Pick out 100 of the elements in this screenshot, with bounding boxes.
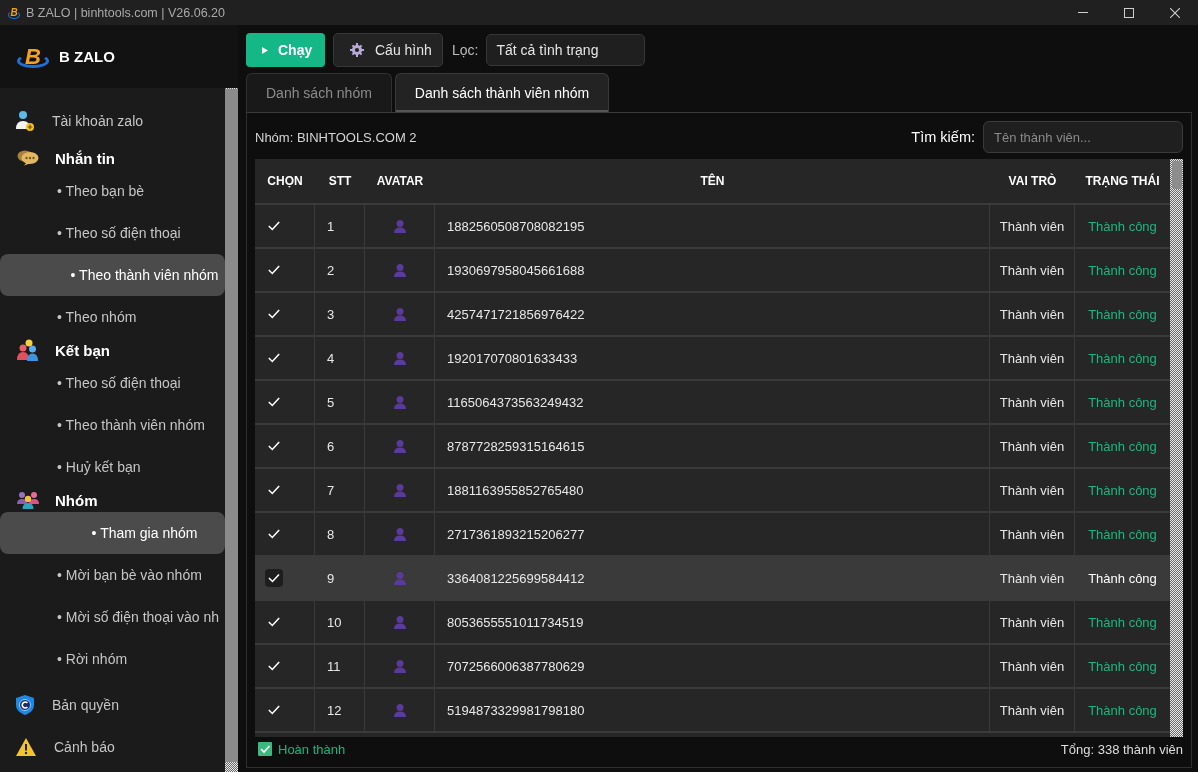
- sidebar-item[interactable]: • Theo số điện thoại: [0, 212, 225, 254]
- avatar-icon: [393, 219, 406, 233]
- table-row[interactable]: 10 8053655551011734519 Thành viên Thành công: [255, 601, 1170, 645]
- table-cell: Thành viên: [990, 293, 1075, 335]
- sidebar-item[interactable]: • Mời bạn bè vào nhóm: [0, 554, 225, 596]
- column-header: STT: [327, 174, 353, 188]
- check-icon[interactable]: [268, 661, 280, 671]
- sidebar-item[interactable]: • Theo thành viên nhóm: [0, 254, 225, 296]
- table-row[interactable]: 1 1882560508708082195 Thành viên Thành công: [255, 205, 1170, 249]
- sidebar-item[interactable]: Bản quyền: [0, 688, 225, 722]
- table-cell: 192017070801633433: [435, 337, 990, 379]
- table-cell: 8787728259315164615: [435, 425, 990, 467]
- table-row[interactable]: 11 7072566006387780629 Thành viên Thành công: [255, 645, 1170, 689]
- search-field[interactable]: Tên thành viên...: [983, 121, 1183, 153]
- user-icon: [16, 111, 34, 131]
- table-row[interactable]: 5 1165064373563249432 Thành viên Thành công: [255, 381, 1170, 425]
- check-icon[interactable]: [265, 569, 283, 587]
- check-icon[interactable]: [268, 309, 280, 319]
- check-icon[interactable]: [268, 441, 280, 451]
- sidebar-item[interactable]: • Theo thành viên nhóm: [0, 404, 225, 446]
- avatar-icon: [393, 395, 406, 409]
- table-cell: 2: [315, 249, 365, 291]
- settings-icon: [350, 43, 364, 57]
- check-icon[interactable]: [268, 485, 280, 495]
- filter-field[interactable]: Tất cả tình trạng: [486, 34, 646, 66]
- section-title: Nhóm: [55, 491, 98, 509]
- check-icon[interactable]: [268, 705, 280, 715]
- table-cell-text: Thành công: [1087, 217, 1158, 236]
- table-cell: 1165064373563249432: [435, 381, 990, 423]
- table-cell: Thành viên: [990, 469, 1075, 511]
- table-cell: Thành viên: [990, 381, 1075, 423]
- check-icon[interactable]: [268, 221, 280, 231]
- check-icon[interactable]: [268, 265, 280, 275]
- table-cell-text: Thành công: [1087, 437, 1158, 456]
- table-row[interactable]: 3 4257471721856976422 Thành viên Thành công: [255, 293, 1170, 337]
- table-row[interactable]: 9 3364081225699584412 Thành viên Thành công: [255, 557, 1170, 601]
- minimize-icon: [1078, 12, 1088, 13]
- table-cell: 3: [315, 293, 365, 335]
- sidebar-item[interactable]: • Theo bạn bè: [0, 170, 225, 212]
- sidebar-item[interactable]: • Mời số điện thoại vào nh: [0, 596, 225, 638]
- table-cell-text: Thành công: [1087, 525, 1158, 544]
- table-cell: Thành viên: [990, 205, 1075, 247]
- section-title: Kết bạn: [55, 341, 110, 359]
- check-icon[interactable]: [268, 529, 280, 539]
- sidebar-item[interactable]: • Tham gia nhóm: [0, 512, 225, 554]
- avatar-icon: [393, 483, 406, 497]
- tab[interactable]: Danh sách nhóm: [246, 73, 392, 112]
- settings-button[interactable]: Cấu hình: [333, 33, 443, 67]
- sidebar-item[interactable]: • Theo nhóm: [0, 296, 225, 338]
- table-cell: 1: [315, 205, 365, 247]
- check-icon[interactable]: [268, 353, 280, 363]
- table-cell: 1881163955852765480: [435, 469, 990, 511]
- sidebar-item[interactable]: Cảnh báo: [0, 730, 225, 764]
- avatar-icon: [393, 307, 406, 321]
- table-cell: 9: [315, 557, 365, 599]
- group-name: Nhóm: BINHTOOLS.COM 2: [255, 129, 417, 145]
- sidebar-item[interactable]: Tài khoản zalo: [0, 104, 225, 138]
- column-header: CHỌN: [266, 174, 304, 188]
- table-cell-text: Thành công: [1087, 261, 1158, 280]
- table-row[interactable]: 2 1930697958045661688 Thành viên Thành công: [255, 249, 1170, 293]
- checkbox-icon: [258, 742, 272, 756]
- table-cell: Thành viên: [990, 425, 1075, 467]
- maximize-icon: [1124, 7, 1134, 18]
- table-cell-text: Thành công: [1087, 569, 1158, 588]
- table-cell: 12: [315, 689, 365, 731]
- filter-label: Lọc:: [452, 42, 479, 58]
- chat-icon: [17, 150, 39, 166]
- table-scrollbar[interactable]: [1170, 159, 1183, 737]
- table-cell: 6: [315, 425, 365, 467]
- scrollbar-thumb[interactable]: [1171, 161, 1182, 189]
- table-cell-text: Thành công: [1087, 657, 1158, 676]
- column-header: TRẠNG THÁI: [1084, 174, 1161, 188]
- table-cell: Thành viên: [990, 601, 1075, 643]
- table-row[interactable]: 12 5194873329981798180 Thành viên Thành công: [255, 689, 1170, 733]
- table-cell-text: Thành công: [1087, 305, 1158, 324]
- sidebar-item[interactable]: • Rời nhóm: [0, 638, 225, 680]
- avatar-icon: [393, 571, 406, 585]
- window-title: B ZALO | binhtools.com | V26.06.20: [26, 5, 225, 20]
- avatar-icon: [393, 615, 406, 629]
- table-row[interactable]: 4 192017070801633433 Thành viên Thành công: [255, 337, 1170, 381]
- column-header: AVATAR: [375, 174, 425, 188]
- tab[interactable]: Danh sách thành viên nhóm: [394, 73, 610, 112]
- table-cell: 7072566006387780629: [435, 645, 990, 687]
- column-header: VAI TRÒ: [1007, 174, 1058, 188]
- avatar-icon: [393, 703, 406, 717]
- sidebar-item[interactable]: • Theo số điện thoại: [0, 362, 225, 404]
- table-row[interactable]: 6 8787728259315164615 Thành viên Thành công: [255, 425, 1170, 469]
- check-icon[interactable]: [268, 397, 280, 407]
- table-row[interactable]: 7 1881163955852765480 Thành viên Thành công: [255, 469, 1170, 513]
- table-cell: 4257471721856976422: [435, 293, 990, 335]
- check-icon[interactable]: [268, 617, 280, 627]
- avatar-icon: [393, 659, 406, 673]
- table-cell: 3364081225699584412: [435, 557, 990, 599]
- sidebar-item[interactable]: • Huỷ kết bạn: [0, 446, 225, 488]
- table-cell: 1882560508708082195: [435, 205, 990, 247]
- table-cell: 5: [315, 381, 365, 423]
- avatar-icon: [393, 439, 406, 453]
- group-icon: [17, 491, 39, 509]
- table-cell-text: Thành công: [1087, 393, 1158, 412]
- section-title: Nhắn tin: [55, 149, 115, 167]
